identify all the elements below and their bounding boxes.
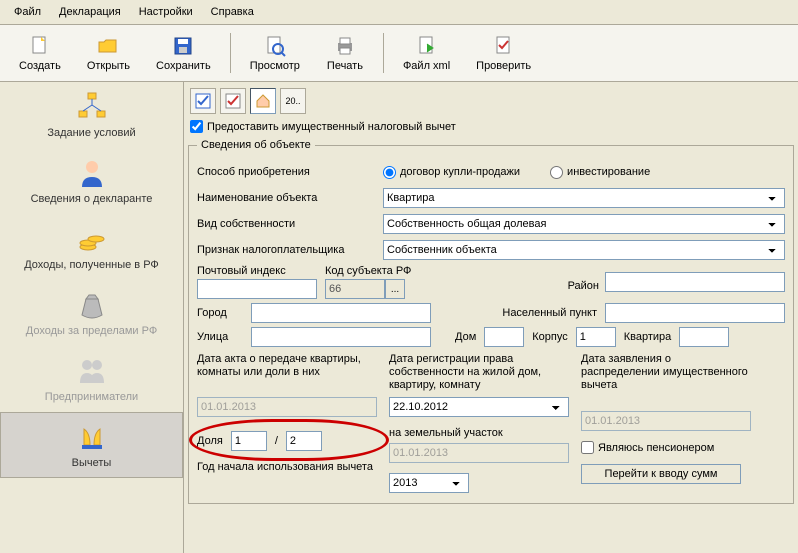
object-info-fieldset: Сведения об объекте Способ приобретения … [188, 139, 794, 504]
street-label: Улица [197, 331, 243, 343]
date-land-select[interactable]: 01.01.2013 [389, 443, 569, 463]
check-icon [492, 34, 516, 58]
year-start-label: Год начала использования вычета [197, 461, 377, 473]
provide-deduction-label: Предоставить имущественный налоговый выч… [207, 121, 456, 133]
radio-invest[interactable]: инвестирование [550, 166, 650, 179]
preview-button[interactable]: Просмотр [239, 29, 311, 77]
date-act-select[interactable]: 01.01.2013 [197, 397, 377, 417]
preview-icon [263, 34, 287, 58]
create-button[interactable]: Создать [8, 29, 72, 77]
year-start-select[interactable]: 2013 [389, 473, 469, 493]
sidebar-item-income-abroad[interactable]: Доходы за пределами РФ [0, 280, 183, 346]
menu-file[interactable]: Файл [6, 3, 49, 21]
share-label: Доля [197, 435, 223, 447]
people-icon [76, 355, 108, 387]
subject-code-input [325, 279, 385, 299]
person-icon [76, 157, 108, 189]
date-appl-label: Дата заявления о распределении имуществе… [581, 353, 751, 393]
new-file-icon [28, 34, 52, 58]
sidebar-item-declarant[interactable]: Сведения о декларанте [0, 148, 183, 214]
sidebar-item-deductions[interactable]: Вычеты [0, 412, 183, 478]
menu-declaration[interactable]: Декларация [51, 3, 129, 21]
ownership-type-select[interactable]: Собственность общая долевая [383, 214, 785, 234]
form-check-icon [195, 93, 211, 109]
save-icon [171, 34, 195, 58]
subject-code-lookup-button[interactable]: ... [385, 279, 405, 299]
deductions-icon [76, 421, 108, 453]
open-button[interactable]: Открыть [76, 29, 141, 77]
locality-input[interactable] [605, 303, 785, 323]
toolbar-separator [383, 33, 384, 73]
acquisition-method-label: Способ приобретения [197, 166, 377, 178]
house-icon [255, 93, 271, 109]
ownership-type-label: Вид собственности [197, 218, 377, 230]
taxpayer-sign-label: Признак налогоплательщика [197, 244, 377, 256]
provide-deduction-checkbox[interactable] [190, 120, 203, 133]
tab-standard[interactable] [190, 88, 216, 114]
city-label: Город [197, 307, 243, 319]
sidebar-item-income-rf[interactable]: Доходы, полученные в РФ [0, 214, 183, 280]
print-icon [333, 34, 357, 58]
radio-contract[interactable]: договор купли-продажи [383, 166, 520, 179]
share-denominator-input[interactable] [286, 431, 322, 451]
house-label: Дом [455, 331, 476, 343]
tab-year[interactable]: 20.. [280, 88, 306, 114]
sidebar: Задание условий Сведения о декларанте До… [0, 82, 184, 553]
date-land-label: на земельный участок [389, 427, 569, 439]
xml-file-icon [415, 34, 439, 58]
date-reg-select[interactable]: 22.10.2012 [389, 397, 569, 417]
tree-icon [76, 91, 108, 123]
date-appl-select[interactable]: 01.01.2013 [581, 411, 751, 431]
building-input[interactable] [576, 327, 616, 347]
sidebar-item-entrepreneurs[interactable]: Предприниматели [0, 346, 183, 412]
coins-icon [76, 223, 108, 255]
building-label: Корпус [532, 331, 567, 343]
subject-code-label: Код субъекта РФ [325, 265, 411, 277]
save-button[interactable]: Сохранить [145, 29, 222, 77]
money-bag-icon [76, 289, 108, 321]
taxpayer-sign-select[interactable]: Собственник объекта [383, 240, 785, 260]
print-button[interactable]: Печать [315, 29, 375, 77]
tab-social[interactable] [220, 88, 246, 114]
district-input[interactable] [605, 272, 785, 292]
street-input[interactable] [251, 327, 431, 347]
pensioner-checkbox-row[interactable]: Являюсь пенсионером [581, 441, 751, 454]
menu-settings[interactable]: Настройки [131, 3, 201, 21]
object-info-legend: Сведения об объекте [197, 139, 315, 151]
check-button[interactable]: Проверить [465, 29, 542, 77]
date-act-label: Дата акта о передаче квартиры, комнаты и… [197, 353, 377, 393]
toolbar: Создать Открыть Сохранить Просмотр Печат… [0, 25, 798, 82]
red-check-icon [225, 93, 241, 109]
share-separator: / [275, 435, 278, 447]
sidebar-item-conditions[interactable]: Задание условий [0, 82, 183, 148]
goto-sums-button[interactable]: Перейти к вводу сумм [581, 464, 741, 484]
tab-property[interactable] [250, 88, 276, 114]
toolbar-separator [230, 33, 231, 73]
xml-button[interactable]: Файл xml [392, 29, 461, 77]
date-reg-label: Дата регистрации права собственности на … [389, 353, 569, 393]
apt-input[interactable] [679, 327, 729, 347]
locality-label: Населенный пункт [502, 307, 597, 319]
house-input[interactable] [484, 327, 524, 347]
share-numerator-input[interactable] [231, 431, 267, 451]
mini-toolbar: 20.. [188, 86, 794, 116]
postal-label: Почтовый индекс [197, 265, 317, 277]
apt-label: Квартира [624, 331, 672, 343]
menu-help[interactable]: Справка [203, 3, 262, 21]
content-area: 20.. Предоставить имущественный налоговы… [184, 82, 798, 553]
object-name-label: Наименование объекта [197, 192, 377, 204]
district-label: Район [568, 280, 599, 292]
menubar[interactable]: Файл Декларация Настройки Справка [0, 0, 798, 25]
city-input[interactable] [251, 303, 431, 323]
object-name-select[interactable]: Квартира [383, 188, 785, 208]
folder-open-icon [96, 34, 120, 58]
postal-input[interactable] [197, 279, 317, 299]
